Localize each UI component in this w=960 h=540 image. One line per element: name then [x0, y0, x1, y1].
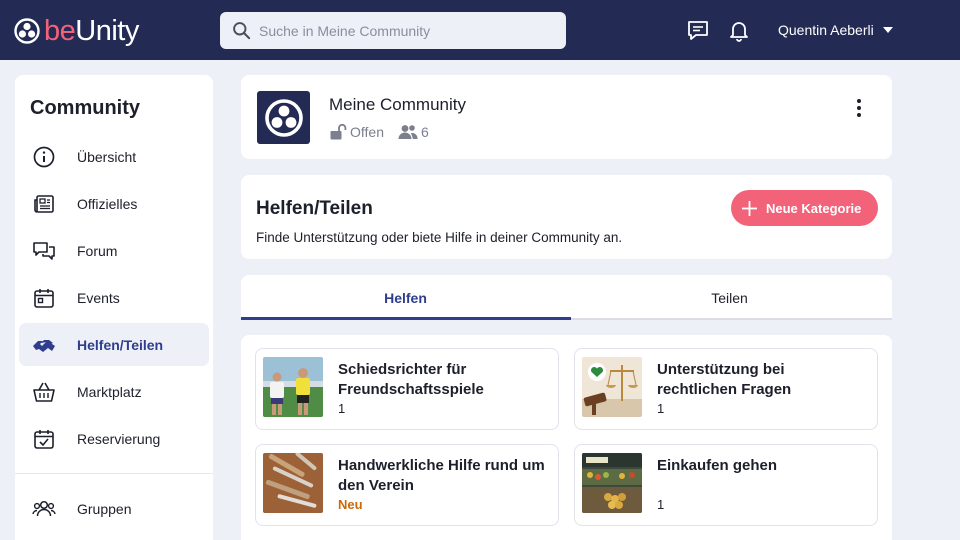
community-logo-icon	[264, 98, 303, 137]
sidebar-item-uebersicht[interactable]: Übersicht	[19, 135, 209, 178]
member-count: 6	[398, 123, 429, 141]
sidebar-item-label: Offizielles	[77, 195, 138, 212]
handshake-icon	[31, 332, 57, 358]
member-count-value: 6	[421, 124, 429, 140]
logo-text: beUnity	[44, 14, 139, 48]
caret-down-icon	[882, 27, 893, 33]
sidebar-item-marktplatz[interactable]: Marktplatz	[19, 370, 209, 413]
category-grid: Schiedsrichter für Freundschaftsspiele 1…	[241, 335, 892, 540]
user-menu[interactable]: Quentin Aeberli	[778, 22, 893, 38]
community-meta: Offen 6	[329, 123, 429, 141]
visibility-label: Offen	[350, 124, 384, 140]
logo-text-be: be	[44, 15, 76, 47]
more-dot-1	[857, 99, 861, 103]
category-card-einkaufen[interactable]: Einkaufen gehen 1	[574, 444, 878, 526]
category-title: Unterstützung bei rechtlichen Fragen	[657, 361, 792, 398]
new-badge: Neu	[338, 497, 363, 512]
sidebar-divider	[15, 473, 213, 474]
sidebar-item-label: Reservierung	[77, 430, 161, 447]
group-icon	[31, 496, 57, 522]
sidebar-item-reservierung[interactable]: Reservierung	[19, 417, 209, 460]
community-header-card: Meine Community Offen 6	[241, 75, 892, 159]
category-card-handwerkliche-hilfe[interactable]: Handwerkliche Hilfe rund um den Verein N…	[255, 444, 559, 526]
search-icon	[233, 22, 251, 40]
beunity-logo[interactable]: beUnity	[14, 14, 139, 48]
calendar-check-icon	[31, 426, 57, 452]
active-tab-indicator	[241, 317, 571, 320]
sidebar-item-label: Marktplatz	[77, 383, 142, 400]
new-category-button[interactable]: Neue Kategorie	[731, 190, 878, 226]
sidebar-item-gruppen[interactable]: Gruppen	[19, 487, 209, 530]
tools-image	[263, 453, 323, 513]
tab-helfen[interactable]: Helfen	[243, 275, 568, 320]
search-bar[interactable]	[220, 12, 566, 49]
chat-icon[interactable]	[686, 18, 710, 42]
grocery-store-image	[582, 453, 642, 513]
plus-icon	[742, 200, 757, 216]
logo-text-unity: Unity	[75, 15, 139, 47]
top-navigation-bar: beUnity Quentin Aeberli	[0, 0, 960, 60]
info-icon	[31, 144, 57, 170]
tab-label: Helfen	[384, 289, 427, 306]
more-options-icon[interactable]	[853, 97, 865, 119]
sidebar-title: Community	[30, 97, 140, 119]
sidebar-item-forum[interactable]: Forum	[19, 229, 209, 272]
sidebar-item-helfen-teilen[interactable]: Helfen/Teilen	[19, 323, 209, 366]
unlock-icon	[330, 123, 347, 140]
section-header-card: Helfen/Teilen Finde Unterstützung oder b…	[241, 175, 892, 259]
category-card-schiedsrichter[interactable]: Schiedsrichter für Freundschaftsspiele 1	[255, 348, 559, 430]
calendar-icon	[31, 285, 57, 311]
sidebar-item-label: Events	[77, 289, 120, 306]
community-avatar[interactable]	[257, 91, 310, 144]
category-title: Schiedsrichter für Freundschaftsspiele	[338, 361, 484, 398]
category-count: 1	[657, 497, 665, 512]
sidebar-item-label: Gruppen	[77, 500, 132, 517]
forum-icon	[31, 238, 57, 264]
more-dot-2	[857, 106, 861, 110]
new-category-label: Neue Kategorie	[766, 200, 862, 216]
sidebar-item-label: Helfen/Teilen	[77, 336, 164, 353]
soccer-referee-image	[263, 357, 323, 417]
sidebar: Community Übersicht Offizielles Forum Ev…	[15, 75, 213, 540]
category-count: 1	[657, 401, 665, 416]
sidebar-item-offizielles[interactable]: Offizielles	[19, 182, 209, 225]
tab-teilen[interactable]: Teilen	[567, 275, 892, 320]
search-input[interactable]	[259, 22, 549, 39]
community-name: Meine Community	[329, 95, 466, 114]
justice-scales-image	[582, 357, 642, 417]
tabs-bar: Helfen Teilen	[241, 275, 892, 320]
newspaper-icon	[31, 191, 57, 217]
page-title: Helfen/Teilen	[256, 198, 373, 219]
category-title: Einkaufen gehen	[657, 457, 778, 474]
more-dot-3	[857, 113, 861, 117]
tab-label: Teilen	[711, 289, 748, 306]
members-icon	[398, 125, 418, 139]
basket-icon	[31, 379, 57, 405]
category-count: 1	[338, 401, 346, 416]
user-name: Quentin Aeberli	[778, 22, 874, 38]
bell-icon[interactable]	[727, 18, 751, 42]
sidebar-item-label: Übersicht	[77, 148, 137, 165]
sidebar-item-label: Forum	[77, 242, 118, 259]
logo-mark-icon	[14, 18, 40, 44]
category-card-rechtliche-fragen[interactable]: Unterstützung bei rechtlichen Fragen 1	[574, 348, 878, 430]
sidebar-item-events[interactable]: Events	[19, 276, 209, 319]
page-description: Finde Unterstützung oder biete Hilfe in …	[256, 230, 623, 245]
category-title: Handwerkliche Hilfe rund um den Verein	[338, 457, 545, 494]
